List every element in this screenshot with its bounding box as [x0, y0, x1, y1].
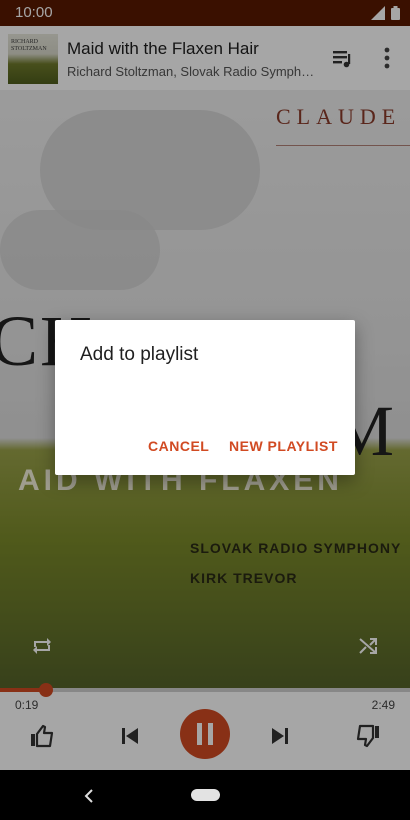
system-nav-bar — [0, 770, 410, 820]
home-pill-icon[interactable] — [191, 789, 220, 801]
cancel-button[interactable]: CANCEL — [148, 438, 209, 454]
screen: 10:00 RICHARD STOLTZMAN Maid with the Fl… — [0, 0, 410, 820]
back-icon[interactable] — [78, 785, 100, 807]
new-playlist-button[interactable]: NEW PLAYLIST — [229, 438, 338, 454]
add-to-playlist-dialog: Add to playlist CANCEL NEW PLAYLIST — [55, 320, 355, 475]
dialog-title: Add to playlist — [80, 344, 199, 365]
